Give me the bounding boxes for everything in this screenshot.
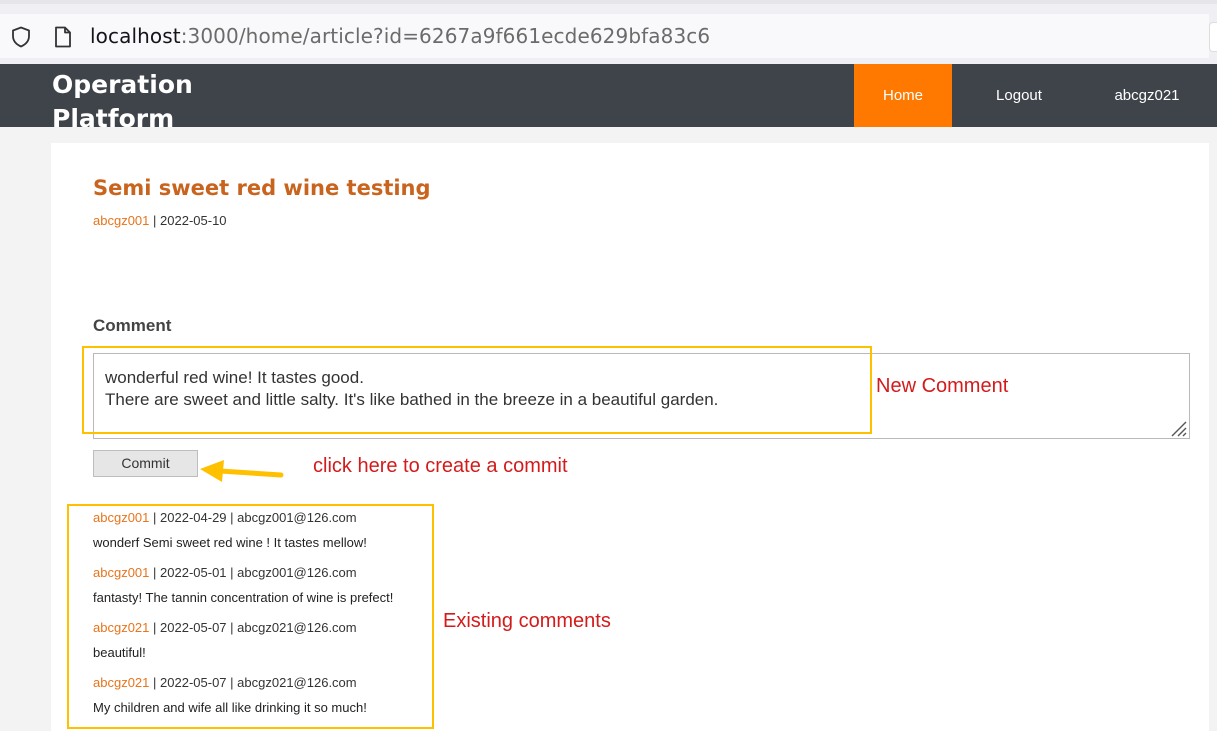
meta-separator: | bbox=[153, 620, 157, 635]
comment-email: abcgz021@126.com bbox=[237, 620, 357, 635]
arrow-left-icon bbox=[200, 460, 284, 482]
comment-date: 2022-05-01 bbox=[160, 565, 227, 580]
comment-meta: abcgz001 | 2022-04-29 | abcgz001@126.com bbox=[93, 510, 357, 525]
page-icon bbox=[55, 26, 71, 48]
url-path: :3000/home/article?id=6267a9f661ecde629b… bbox=[180, 24, 711, 48]
comment-text: fantasty! The tannin concentration of wi… bbox=[93, 590, 394, 605]
nav-user-link[interactable]: abcgz021 bbox=[1098, 64, 1196, 127]
comment-author-link[interactable]: abcgz021 bbox=[93, 620, 149, 635]
comment-email: abcgz001@126.com bbox=[237, 565, 357, 580]
browser-url-bar: localhost:3000/home/article?id=6267a9f66… bbox=[0, 0, 1217, 64]
article-author-link[interactable]: abcgz001 bbox=[93, 213, 149, 228]
meta-separator: | bbox=[153, 213, 157, 228]
new-comment-highlight bbox=[82, 346, 872, 434]
comment-label: Comment bbox=[93, 316, 172, 335]
new-comment-annotation: New Comment bbox=[876, 375, 1009, 397]
meta-separator: | bbox=[153, 675, 157, 690]
comment-text: wonderf Semi sweet red wine ! It tastes … bbox=[93, 535, 367, 550]
comment-date: 2022-05-07 bbox=[160, 620, 227, 635]
meta-separator: | bbox=[153, 510, 157, 525]
comment-meta: abcgz021 | 2022-05-07 | abcgz021@126.com bbox=[93, 620, 357, 635]
shield-icon[interactable] bbox=[10, 26, 32, 48]
url-host: localhost bbox=[90, 24, 181, 48]
commit-button[interactable]: Commit bbox=[93, 450, 198, 477]
comment-email: abcgz001@126.com bbox=[237, 510, 357, 525]
meta-separator: | bbox=[153, 565, 157, 580]
comment-text: beautiful! bbox=[93, 645, 146, 660]
brand-line-1: Operation bbox=[52, 70, 193, 99]
comment-meta: abcgz021 | 2022-05-07 | abcgz021@126.com bbox=[93, 675, 357, 690]
existing-comments-annotation: Existing comments bbox=[443, 610, 611, 632]
comment-date: 2022-04-29 bbox=[160, 510, 227, 525]
article-date: 2022-05-10 bbox=[160, 213, 227, 228]
comment-email: abcgz021@126.com bbox=[237, 675, 357, 690]
meta-separator: | bbox=[230, 620, 234, 635]
toolbar-edge bbox=[1209, 22, 1217, 52]
top-navbar: Operation Platform Home Logout abcgz021 bbox=[0, 64, 1217, 127]
comment-text: My children and wife all like drinking i… bbox=[93, 700, 367, 715]
brand-line-2: Platform bbox=[52, 104, 175, 127]
comment-date: 2022-05-07 bbox=[160, 675, 227, 690]
article-title: Semi sweet red wine testing bbox=[93, 176, 431, 200]
article-meta: abcgz001 | 2022-05-10 bbox=[93, 213, 227, 228]
nav-home-link[interactable]: Home bbox=[854, 64, 952, 127]
meta-separator: | bbox=[230, 565, 234, 580]
address-bar-url[interactable]: localhost:3000/home/article?id=6267a9f66… bbox=[90, 24, 710, 48]
nav-logout-link[interactable]: Logout bbox=[970, 64, 1068, 127]
comment-author-link[interactable]: abcgz001 bbox=[93, 565, 149, 580]
comment-author-link[interactable]: abcgz001 bbox=[93, 510, 149, 525]
comment-meta: abcgz001 | 2022-05-01 | abcgz001@126.com bbox=[93, 565, 357, 580]
comment-author-link[interactable]: abcgz021 bbox=[93, 675, 149, 690]
brand-logo[interactable]: Operation Platform bbox=[52, 68, 232, 127]
resize-grip-icon[interactable] bbox=[1164, 414, 1188, 438]
meta-separator: | bbox=[230, 510, 234, 525]
meta-separator: | bbox=[230, 675, 234, 690]
commit-hint-annotation: click here to create a commit bbox=[313, 455, 568, 477]
